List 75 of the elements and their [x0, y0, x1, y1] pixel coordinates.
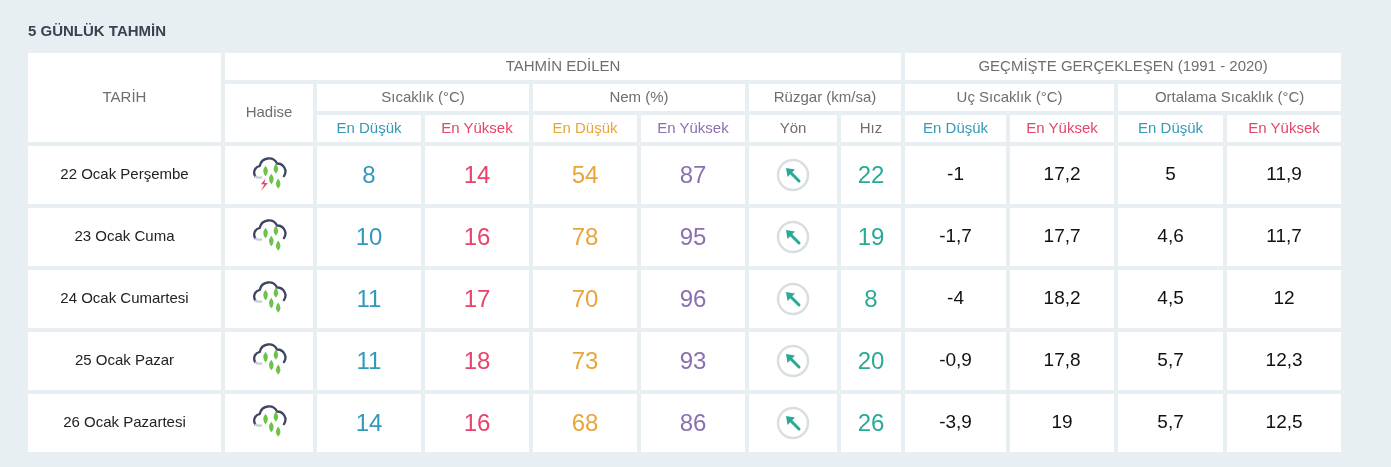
value-cell: 20: [841, 331, 902, 390]
value-cell: 18,2: [1010, 269, 1115, 328]
column-header: En Yüksek: [1227, 114, 1342, 142]
value-cell: 4,6: [1118, 207, 1224, 266]
group-header: Uç Sıcaklık (°C): [905, 83, 1115, 111]
value-cell: -1: [905, 145, 1007, 204]
value-cell: 73: [533, 331, 637, 390]
group-header: TAHMİN EDİLEN: [225, 52, 902, 80]
wind-direction-icon: [776, 157, 810, 192]
date-cell: 24 Ocak Cumartesi: [28, 269, 221, 328]
column-header: Hız: [841, 114, 902, 142]
date-cell: 23 Ocak Cuma: [28, 207, 221, 266]
value-cell: 96: [641, 269, 745, 328]
value-cell: 78: [533, 207, 637, 266]
column-header: TARİH: [28, 52, 221, 142]
value-cell: 68: [533, 393, 637, 452]
column-header: En Düşük: [1118, 114, 1224, 142]
column-header: Hadise: [225, 83, 313, 142]
column-header: En Yüksek: [425, 114, 529, 142]
value-cell: 5: [1118, 145, 1224, 204]
value-cell: -1,7: [905, 207, 1007, 266]
column-header: En Düşük: [905, 114, 1007, 142]
value-cell: 26: [841, 393, 902, 452]
column-header: Yön: [749, 114, 837, 142]
value-cell: 93: [641, 331, 745, 390]
value-cell: 54: [533, 145, 637, 204]
column-header: En Yüksek: [1010, 114, 1115, 142]
value-cell: 16: [425, 207, 529, 266]
value-cell: 19: [1010, 393, 1115, 452]
group-header: GEÇMİŞTE GERÇEKLEŞEN (1991 - 2020): [905, 52, 1342, 80]
value-cell: 18: [425, 331, 529, 390]
group-header: Nem (%): [533, 83, 745, 111]
value-cell: 19: [841, 207, 902, 266]
value-cell: 12: [1227, 269, 1342, 328]
section-title: 5 GÜNLÜK TAHMİN: [28, 21, 168, 41]
value-cell: 5,7: [1118, 331, 1224, 390]
value-cell: 17: [425, 269, 529, 328]
date-cell: 25 Ocak Pazar: [28, 331, 221, 390]
value-cell: -0,9: [905, 331, 1007, 390]
value-cell: 22: [841, 145, 902, 204]
value-cell: 11,7: [1227, 207, 1342, 266]
value-cell: 11: [317, 269, 421, 328]
value-cell: 17,7: [1010, 207, 1115, 266]
value-cell: -3,9: [905, 393, 1007, 452]
value-cell: 10: [317, 207, 421, 266]
group-header: Rüzgar (km/sa): [749, 83, 902, 111]
wind-direction-icon: [776, 219, 810, 254]
value-cell: 8: [841, 269, 902, 328]
value-cell: 8: [317, 145, 421, 204]
group-header: Ortalama Sıcaklık (°C): [1118, 83, 1342, 111]
value-cell: 95: [641, 207, 745, 266]
value-cell: 70: [533, 269, 637, 328]
group-header: Sıcaklık (°C): [317, 83, 529, 111]
value-cell: 4,5: [1118, 269, 1224, 328]
value-cell: 14: [317, 393, 421, 452]
value-cell: 12,3: [1227, 331, 1342, 390]
value-cell: 87: [641, 145, 745, 204]
wind-direction-icon: [776, 343, 810, 378]
column-header: En Düşük: [317, 114, 421, 142]
value-cell: 5,7: [1118, 393, 1224, 452]
value-cell: 17,2: [1010, 145, 1115, 204]
column-header: En Yüksek: [641, 114, 745, 142]
date-cell: 26 Ocak Pazartesi: [28, 393, 221, 452]
value-cell: -4: [905, 269, 1007, 328]
value-cell: 14: [425, 145, 529, 204]
value-cell: 17,8: [1010, 331, 1115, 390]
value-cell: 11: [317, 331, 421, 390]
wind-direction-icon: [776, 405, 810, 440]
date-cell: 22 Ocak Perşembe: [28, 145, 221, 204]
wind-direction-icon: [776, 281, 810, 316]
value-cell: 86: [641, 393, 745, 452]
value-cell: 12,5: [1227, 393, 1342, 452]
value-cell: 11,9: [1227, 145, 1342, 204]
value-cell: 16: [425, 393, 529, 452]
column-header: En Düşük: [533, 114, 637, 142]
